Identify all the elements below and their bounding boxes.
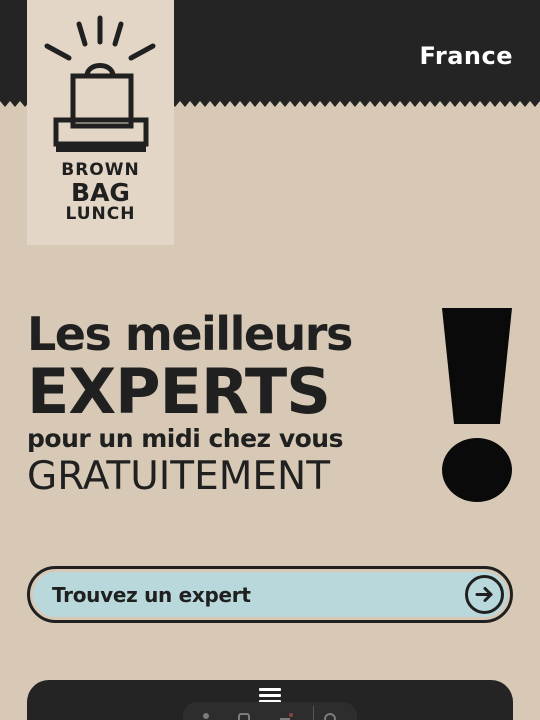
hero-line-1: Les meilleurs [27,307,353,361]
hero-headline: Les meilleurs EXPERTS pour un midi chez … [27,308,427,500]
find-expert-button[interactable]: Trouvez un expert [27,566,513,623]
hamburger-menu-icon[interactable] [259,688,281,703]
notification-icon[interactable] [279,712,293,720]
hero-line-3: pour un midi chez vous [27,424,343,453]
settings-icon[interactable] [323,712,337,720]
logo-line-bag: BAG [71,178,130,207]
hero-line-2: EXPERTS [27,355,331,428]
brand-logo[interactable]: BROWN BAG LUNCH [27,0,174,245]
tag-icon[interactable] [237,712,251,720]
dock-divider [313,706,314,720]
arrow-right-circle-icon [465,575,504,614]
hero-line-4: GRATUITEMENT [27,454,331,499]
person-icon[interactable] [199,712,213,720]
logo-line-lunch: LUNCH [65,204,136,224]
country-selector[interactable]: France [420,42,513,70]
bottom-panel [27,680,513,720]
tool-dock [183,702,357,720]
shopping-bag-logo-icon [44,15,156,152]
find-expert-label: Trouvez un expert [52,583,251,607]
logo-wordmark: BROWN BAG LUNCH [27,162,174,223]
exclamation-mark-icon [442,308,512,502]
logo-line-brown: BROWN [61,160,140,180]
